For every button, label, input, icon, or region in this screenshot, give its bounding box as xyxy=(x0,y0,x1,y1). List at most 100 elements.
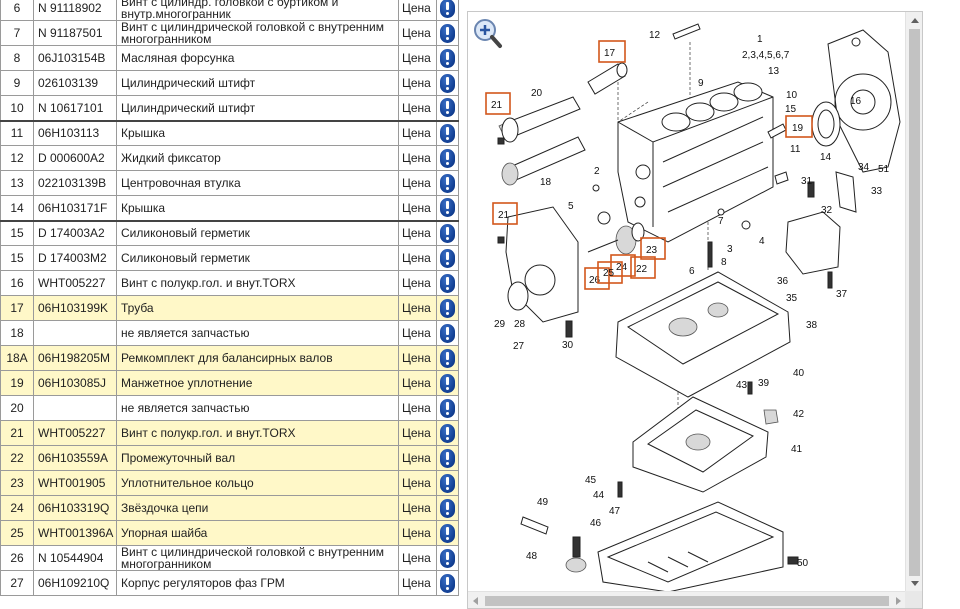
callout-box-23[interactable]: 23 xyxy=(640,237,666,260)
info-icon[interactable] xyxy=(440,23,455,43)
part-number: 06H103085J xyxy=(33,370,117,396)
info-icon[interactable] xyxy=(440,398,455,418)
info-cell[interactable] xyxy=(436,420,459,446)
info-cell[interactable] xyxy=(436,295,459,321)
scroll-down-icon[interactable] xyxy=(911,581,919,586)
info-cell[interactable] xyxy=(436,370,459,396)
info-cell[interactable] xyxy=(436,119,459,146)
table-row: 13 022103139B Центровочная втулка Цена xyxy=(0,170,459,196)
info-cell[interactable] xyxy=(436,70,459,96)
price-link[interactable]: Цена xyxy=(398,70,437,96)
table-row: 10 N 10617101 Цилиндрический штифт Цена xyxy=(0,95,459,121)
callout-box-21-top[interactable]: 21 xyxy=(485,92,511,115)
info-icon[interactable] xyxy=(440,48,455,68)
info-cell[interactable] xyxy=(436,195,459,221)
price-link[interactable]: Цена xyxy=(398,370,437,396)
diagram-viewer[interactable]: 1 2,3,4,5,6,7 12 9 13 10 16 15 14 51 34 … xyxy=(467,11,923,609)
info-cell[interactable] xyxy=(436,95,459,121)
price-link[interactable]: Цена xyxy=(398,445,437,471)
price-link[interactable]: Цена xyxy=(398,219,437,246)
info-cell[interactable] xyxy=(436,545,459,571)
callout-7: 7 xyxy=(718,216,724,227)
info-icon[interactable] xyxy=(440,73,455,93)
info-icon[interactable] xyxy=(440,173,455,193)
price-link[interactable]: Цена xyxy=(398,295,437,321)
info-icon[interactable] xyxy=(440,448,455,468)
info-icon[interactable] xyxy=(440,573,455,593)
info-cell[interactable] xyxy=(436,45,459,71)
part-name: Центровочная втулка xyxy=(116,170,399,196)
info-icon[interactable] xyxy=(440,273,455,293)
info-cell[interactable] xyxy=(436,395,459,421)
info-cell[interactable] xyxy=(436,270,459,296)
info-icon[interactable] xyxy=(440,223,455,243)
part-number: N 10617101 xyxy=(33,95,117,121)
scroll-up-icon[interactable] xyxy=(911,18,919,23)
vertical-scroll-thumb[interactable] xyxy=(909,29,920,576)
zoom-in-icon[interactable] xyxy=(473,18,503,50)
vertical-scrollbar[interactable] xyxy=(905,12,922,592)
info-icon[interactable] xyxy=(440,473,455,493)
info-cell[interactable] xyxy=(436,0,459,21)
info-icon[interactable] xyxy=(440,148,455,168)
info-icon[interactable] xyxy=(440,298,455,318)
price-link[interactable]: Цена xyxy=(398,545,437,571)
row-number: 21 xyxy=(0,420,34,446)
info-icon[interactable] xyxy=(440,198,455,218)
price-link[interactable]: Цена xyxy=(398,119,437,146)
scroll-left-icon[interactable] xyxy=(473,597,478,605)
info-cell[interactable] xyxy=(436,245,459,271)
info-cell[interactable] xyxy=(436,170,459,196)
svg-text:22: 22 xyxy=(636,264,648,275)
info-cell[interactable] xyxy=(436,470,459,496)
price-link[interactable]: Цена xyxy=(398,320,437,346)
price-link[interactable]: Цена xyxy=(398,45,437,71)
part-number: N 91118902 xyxy=(33,0,117,21)
info-icon[interactable] xyxy=(440,373,455,393)
price-link[interactable]: Цена xyxy=(398,345,437,371)
horizontal-scrollbar[interactable] xyxy=(468,591,906,608)
callout-40: 40 xyxy=(793,368,805,379)
info-cell[interactable] xyxy=(436,320,459,346)
info-cell[interactable] xyxy=(436,219,459,246)
info-cell[interactable] xyxy=(436,445,459,471)
price-link[interactable]: Цена xyxy=(398,270,437,296)
info-icon[interactable] xyxy=(440,323,455,343)
info-icon[interactable] xyxy=(440,423,455,443)
info-cell[interactable] xyxy=(436,520,459,546)
price-link[interactable]: Цена xyxy=(398,145,437,171)
info-cell[interactable] xyxy=(436,145,459,171)
price-link[interactable]: Цена xyxy=(398,195,437,221)
price-link[interactable]: Цена xyxy=(398,420,437,446)
info-icon[interactable] xyxy=(440,348,455,368)
info-cell[interactable] xyxy=(436,345,459,371)
price-link[interactable]: Цена xyxy=(398,395,437,421)
info-cell[interactable] xyxy=(436,570,459,596)
info-icon[interactable] xyxy=(440,248,455,268)
price-link[interactable]: Цена xyxy=(398,95,437,121)
price-link[interactable]: Цена xyxy=(398,570,437,596)
price-link[interactable]: Цена xyxy=(398,495,437,521)
horizontal-scroll-thumb[interactable] xyxy=(485,596,889,606)
callout-12: 12 xyxy=(649,30,661,41)
info-icon[interactable] xyxy=(440,0,455,18)
price-link[interactable]: Цена xyxy=(398,520,437,546)
price-link[interactable]: Цена xyxy=(398,470,437,496)
price-link[interactable]: Цена xyxy=(398,245,437,271)
pipe-17 xyxy=(587,62,628,95)
info-icon[interactable] xyxy=(440,523,455,543)
row-number: 13 xyxy=(0,170,34,196)
price-link[interactable]: Цена xyxy=(398,20,437,46)
info-cell[interactable] xyxy=(436,20,459,46)
scroll-right-icon[interactable] xyxy=(896,597,901,605)
info-icon[interactable] xyxy=(440,98,455,118)
callout-box-19[interactable]: 19 xyxy=(785,115,813,138)
price-link[interactable]: Цена xyxy=(398,0,437,21)
info-icon[interactable] xyxy=(440,123,455,143)
info-cell[interactable] xyxy=(436,495,459,521)
oil-pump-36 xyxy=(785,211,841,275)
info-icon[interactable] xyxy=(440,548,455,568)
price-link[interactable]: Цена xyxy=(398,170,437,196)
callout-box-17[interactable]: 17 xyxy=(598,40,626,63)
info-icon[interactable] xyxy=(440,498,455,518)
